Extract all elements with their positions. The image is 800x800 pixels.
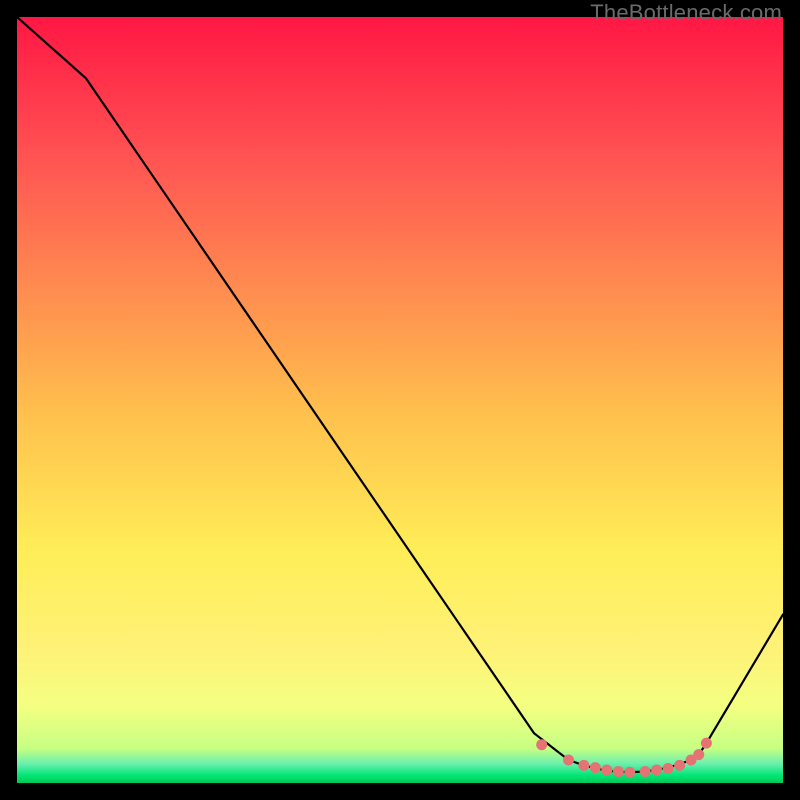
marker-point xyxy=(674,760,685,771)
marker-point xyxy=(613,766,624,777)
plot-area xyxy=(17,17,783,783)
marker-point xyxy=(624,767,635,778)
marker-point xyxy=(663,763,674,774)
gradient-background xyxy=(17,17,783,783)
chart-svg xyxy=(17,17,783,783)
marker-point xyxy=(640,766,651,777)
marker-point xyxy=(578,760,589,771)
marker-point xyxy=(693,749,704,760)
marker-point xyxy=(651,764,662,775)
chart-frame: TheBottleneck.com xyxy=(0,0,800,800)
marker-point xyxy=(590,762,601,773)
marker-point xyxy=(563,755,574,766)
marker-point xyxy=(701,738,712,749)
marker-point xyxy=(601,764,612,775)
attribution-text: TheBottleneck.com xyxy=(590,0,782,26)
marker-point xyxy=(536,739,547,750)
